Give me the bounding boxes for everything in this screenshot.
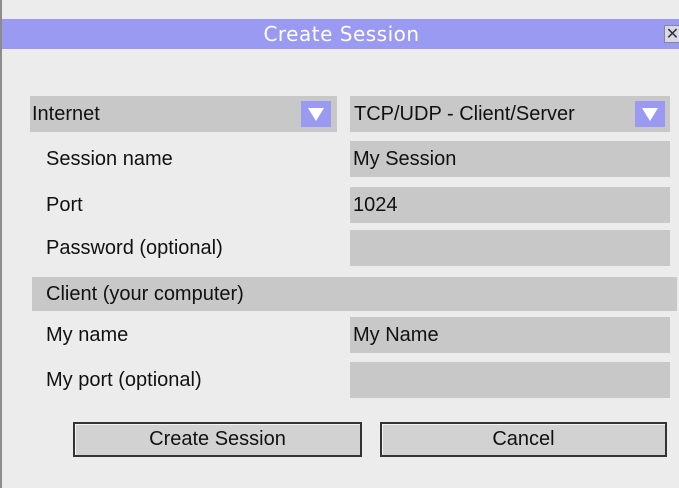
session-name-input[interactable]: My Session [350, 141, 670, 177]
my-port-label: My port (optional) [46, 369, 202, 391]
port-label: Port [46, 194, 83, 216]
port-input[interactable]: 1024 [350, 187, 670, 223]
my-name-label: My name [46, 324, 129, 346]
password-label: Password (optional) [46, 237, 223, 259]
dialog-title: Create Session [263, 22, 420, 46]
create-session-button[interactable]: Create Session [73, 422, 362, 457]
close-icon[interactable]: ✕ [664, 25, 679, 43]
protocol-value: TCP/UDP - Client/Server [354, 103, 575, 125]
create-session-dialog: Create Session ✕ Internet TCP/UDP - Clie… [0, 0, 679, 488]
network-type-dropdown[interactable]: Internet [30, 96, 337, 132]
my-name-input[interactable]: My Name [350, 317, 670, 353]
session-name-label: Session name [46, 148, 173, 170]
password-input[interactable] [350, 230, 670, 266]
network-type-value: Internet [32, 103, 100, 125]
my-port-input[interactable] [350, 362, 670, 398]
title-bar[interactable]: Create Session [2, 19, 679, 49]
client-section-title: Client (your computer) [46, 283, 244, 305]
chevron-down-icon[interactable] [635, 101, 665, 127]
chevron-down-icon[interactable] [301, 101, 331, 127]
cancel-button[interactable]: Cancel [380, 422, 667, 457]
protocol-dropdown[interactable]: TCP/UDP - Client/Server [350, 96, 670, 132]
client-section-header: Client (your computer) [32, 277, 677, 311]
